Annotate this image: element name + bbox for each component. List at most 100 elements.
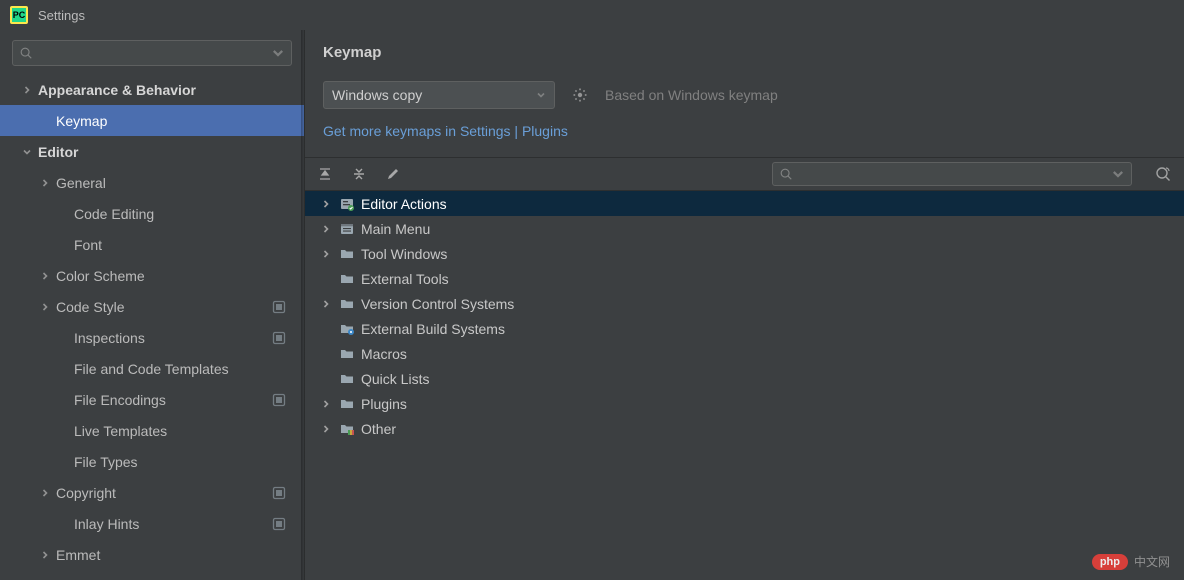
action-tree-item[interactable]: External Tools <box>305 266 1184 291</box>
action-label: Main Menu <box>361 221 430 237</box>
sidebar-item[interactable]: Emmet <box>0 539 304 570</box>
action-tree-item[interactable]: Macros <box>305 341 1184 366</box>
search-icon <box>779 167 793 181</box>
collapse-all-button[interactable] <box>349 164 369 184</box>
action-tree-item[interactable]: Plugins <box>305 391 1184 416</box>
sidebar-item[interactable]: File and Code Templates <box>0 353 304 384</box>
sidebar-item-label: Keymap <box>56 113 107 129</box>
expand-all-icon <box>317 166 333 182</box>
sidebar-item-label: Code Style <box>56 299 124 315</box>
chevron-right-icon <box>319 399 333 409</box>
edit-shortcut-button[interactable] <box>383 164 403 184</box>
sidebar-item-label: Code Editing <box>74 206 154 222</box>
action-tree-item[interactable]: Other <box>305 416 1184 441</box>
chevron-right-icon <box>38 302 52 312</box>
project-badge-icon <box>272 517 286 531</box>
settings-sidebar: Appearance & Behavior Keymap Editor General… <box>0 30 305 580</box>
menu-icon <box>339 221 355 237</box>
folder-gear-icon <box>339 321 355 337</box>
sidebar-item[interactable]: Editor <box>0 136 304 167</box>
action-label: External Tools <box>361 271 449 287</box>
folder-icon <box>339 371 355 387</box>
keymap-scheme-dropdown[interactable]: Windows copy <box>323 81 555 109</box>
action-label: Macros <box>361 346 407 362</box>
project-badge-icon <box>272 486 286 500</box>
sidebar-item-label: Appearance & Behavior <box>38 82 196 98</box>
folder-icon <box>339 271 355 287</box>
sidebar-item[interactable]: Color Scheme <box>0 260 304 291</box>
action-tree-item[interactable]: Tool Windows <box>305 241 1184 266</box>
action-label: Quick Lists <box>361 371 429 387</box>
sidebar-item[interactable]: Keymap <box>0 105 304 136</box>
chevron-right-icon <box>38 271 52 281</box>
dropdown-value: Windows copy <box>332 87 422 103</box>
sidebar-item-label: Live Templates <box>74 423 167 439</box>
watermark-pill: php <box>1092 554 1128 570</box>
sidebar-item[interactable]: File Encodings <box>0 384 304 415</box>
folder-icon <box>339 296 355 312</box>
chevron-down-icon <box>536 90 546 100</box>
chevron-right-icon <box>319 424 333 434</box>
watermark-text: 中文网 <box>1134 553 1170 570</box>
sidebar-item-label: File and Code Templates <box>74 361 229 377</box>
sidebar-item-label: Inlay Hints <box>74 516 139 532</box>
collapse-all-icon <box>351 166 367 182</box>
sidebar-item-label: Inspections <box>74 330 145 346</box>
action-search[interactable] <box>772 162 1132 186</box>
folder-icon <box>339 396 355 412</box>
keymap-action-tree[interactable]: Editor Actions Main Menu Tool Windows Exter… <box>305 191 1184 580</box>
page-title: Keymap <box>323 44 1166 61</box>
sidebar-item-label: General <box>56 175 106 191</box>
sidebar-search[interactable] <box>12 40 292 66</box>
sidebar-item-label: Emmet <box>56 547 100 563</box>
sidebar-search-input[interactable] <box>37 46 267 60</box>
sidebar-item[interactable]: Live Templates <box>0 415 304 446</box>
action-tree-item[interactable]: External Build Systems <box>305 316 1184 341</box>
scheme-settings-button[interactable] <box>569 84 591 106</box>
sidebar-item[interactable]: Font <box>0 229 304 260</box>
action-tree-item[interactable]: Quick Lists <box>305 366 1184 391</box>
action-tree-item[interactable]: Version Control Systems <box>305 291 1184 316</box>
sidebar-item[interactable]: File Types <box>0 446 304 477</box>
window-title: Settings <box>38 8 85 23</box>
search-icon <box>19 46 33 60</box>
find-shortcut-icon <box>1154 165 1172 183</box>
action-label: Editor Actions <box>361 196 447 212</box>
sidebar-item[interactable]: Appearance & Behavior <box>0 74 304 105</box>
action-label: External Build Systems <box>361 321 505 337</box>
sidebar-item[interactable]: Inlay Hints <box>0 508 304 539</box>
folder-icon <box>339 346 355 362</box>
sidebar-item-label: File Encodings <box>74 392 166 408</box>
folder-other-icon <box>339 421 355 437</box>
sidebar-item[interactable]: Code Style <box>0 291 304 322</box>
editor-icon <box>339 196 355 212</box>
sidebar-item-label: Font <box>74 237 102 253</box>
sidebar-item[interactable]: General <box>0 167 304 198</box>
settings-main: Keymap Windows copy Based on Windows key… <box>305 30 1184 580</box>
expand-all-button[interactable] <box>315 164 335 184</box>
project-badge-icon <box>272 300 286 314</box>
chevron-right-icon <box>319 199 333 209</box>
action-label: Other <box>361 421 396 437</box>
sidebar-item-label: Color Scheme <box>56 268 145 284</box>
chevron-right-icon <box>38 488 52 498</box>
chevron-down-icon <box>271 46 285 60</box>
chevron-right-icon <box>319 249 333 259</box>
settings-tree[interactable]: Appearance & Behavior Keymap Editor General… <box>0 74 304 580</box>
get-more-keymaps-link[interactable]: Get more keymaps in Settings | Plugins <box>323 123 568 139</box>
gear-icon <box>572 87 588 103</box>
chevron-right-icon <box>38 178 52 188</box>
find-by-shortcut-button[interactable] <box>1152 163 1174 185</box>
app-icon: PC <box>10 6 28 24</box>
action-search-input[interactable] <box>797 167 1107 181</box>
chevron-down-icon <box>20 147 34 157</box>
sidebar-item[interactable]: Inspections <box>0 322 304 353</box>
action-label: Plugins <box>361 396 407 412</box>
action-tree-item[interactable]: Editor Actions <box>305 191 1184 216</box>
chevron-right-icon <box>319 299 333 309</box>
chevron-down-icon <box>1111 167 1125 181</box>
action-tree-item[interactable]: Main Menu <box>305 216 1184 241</box>
sidebar-item-label: Copyright <box>56 485 116 501</box>
sidebar-item[interactable]: Copyright <box>0 477 304 508</box>
sidebar-item[interactable]: Code Editing <box>0 198 304 229</box>
